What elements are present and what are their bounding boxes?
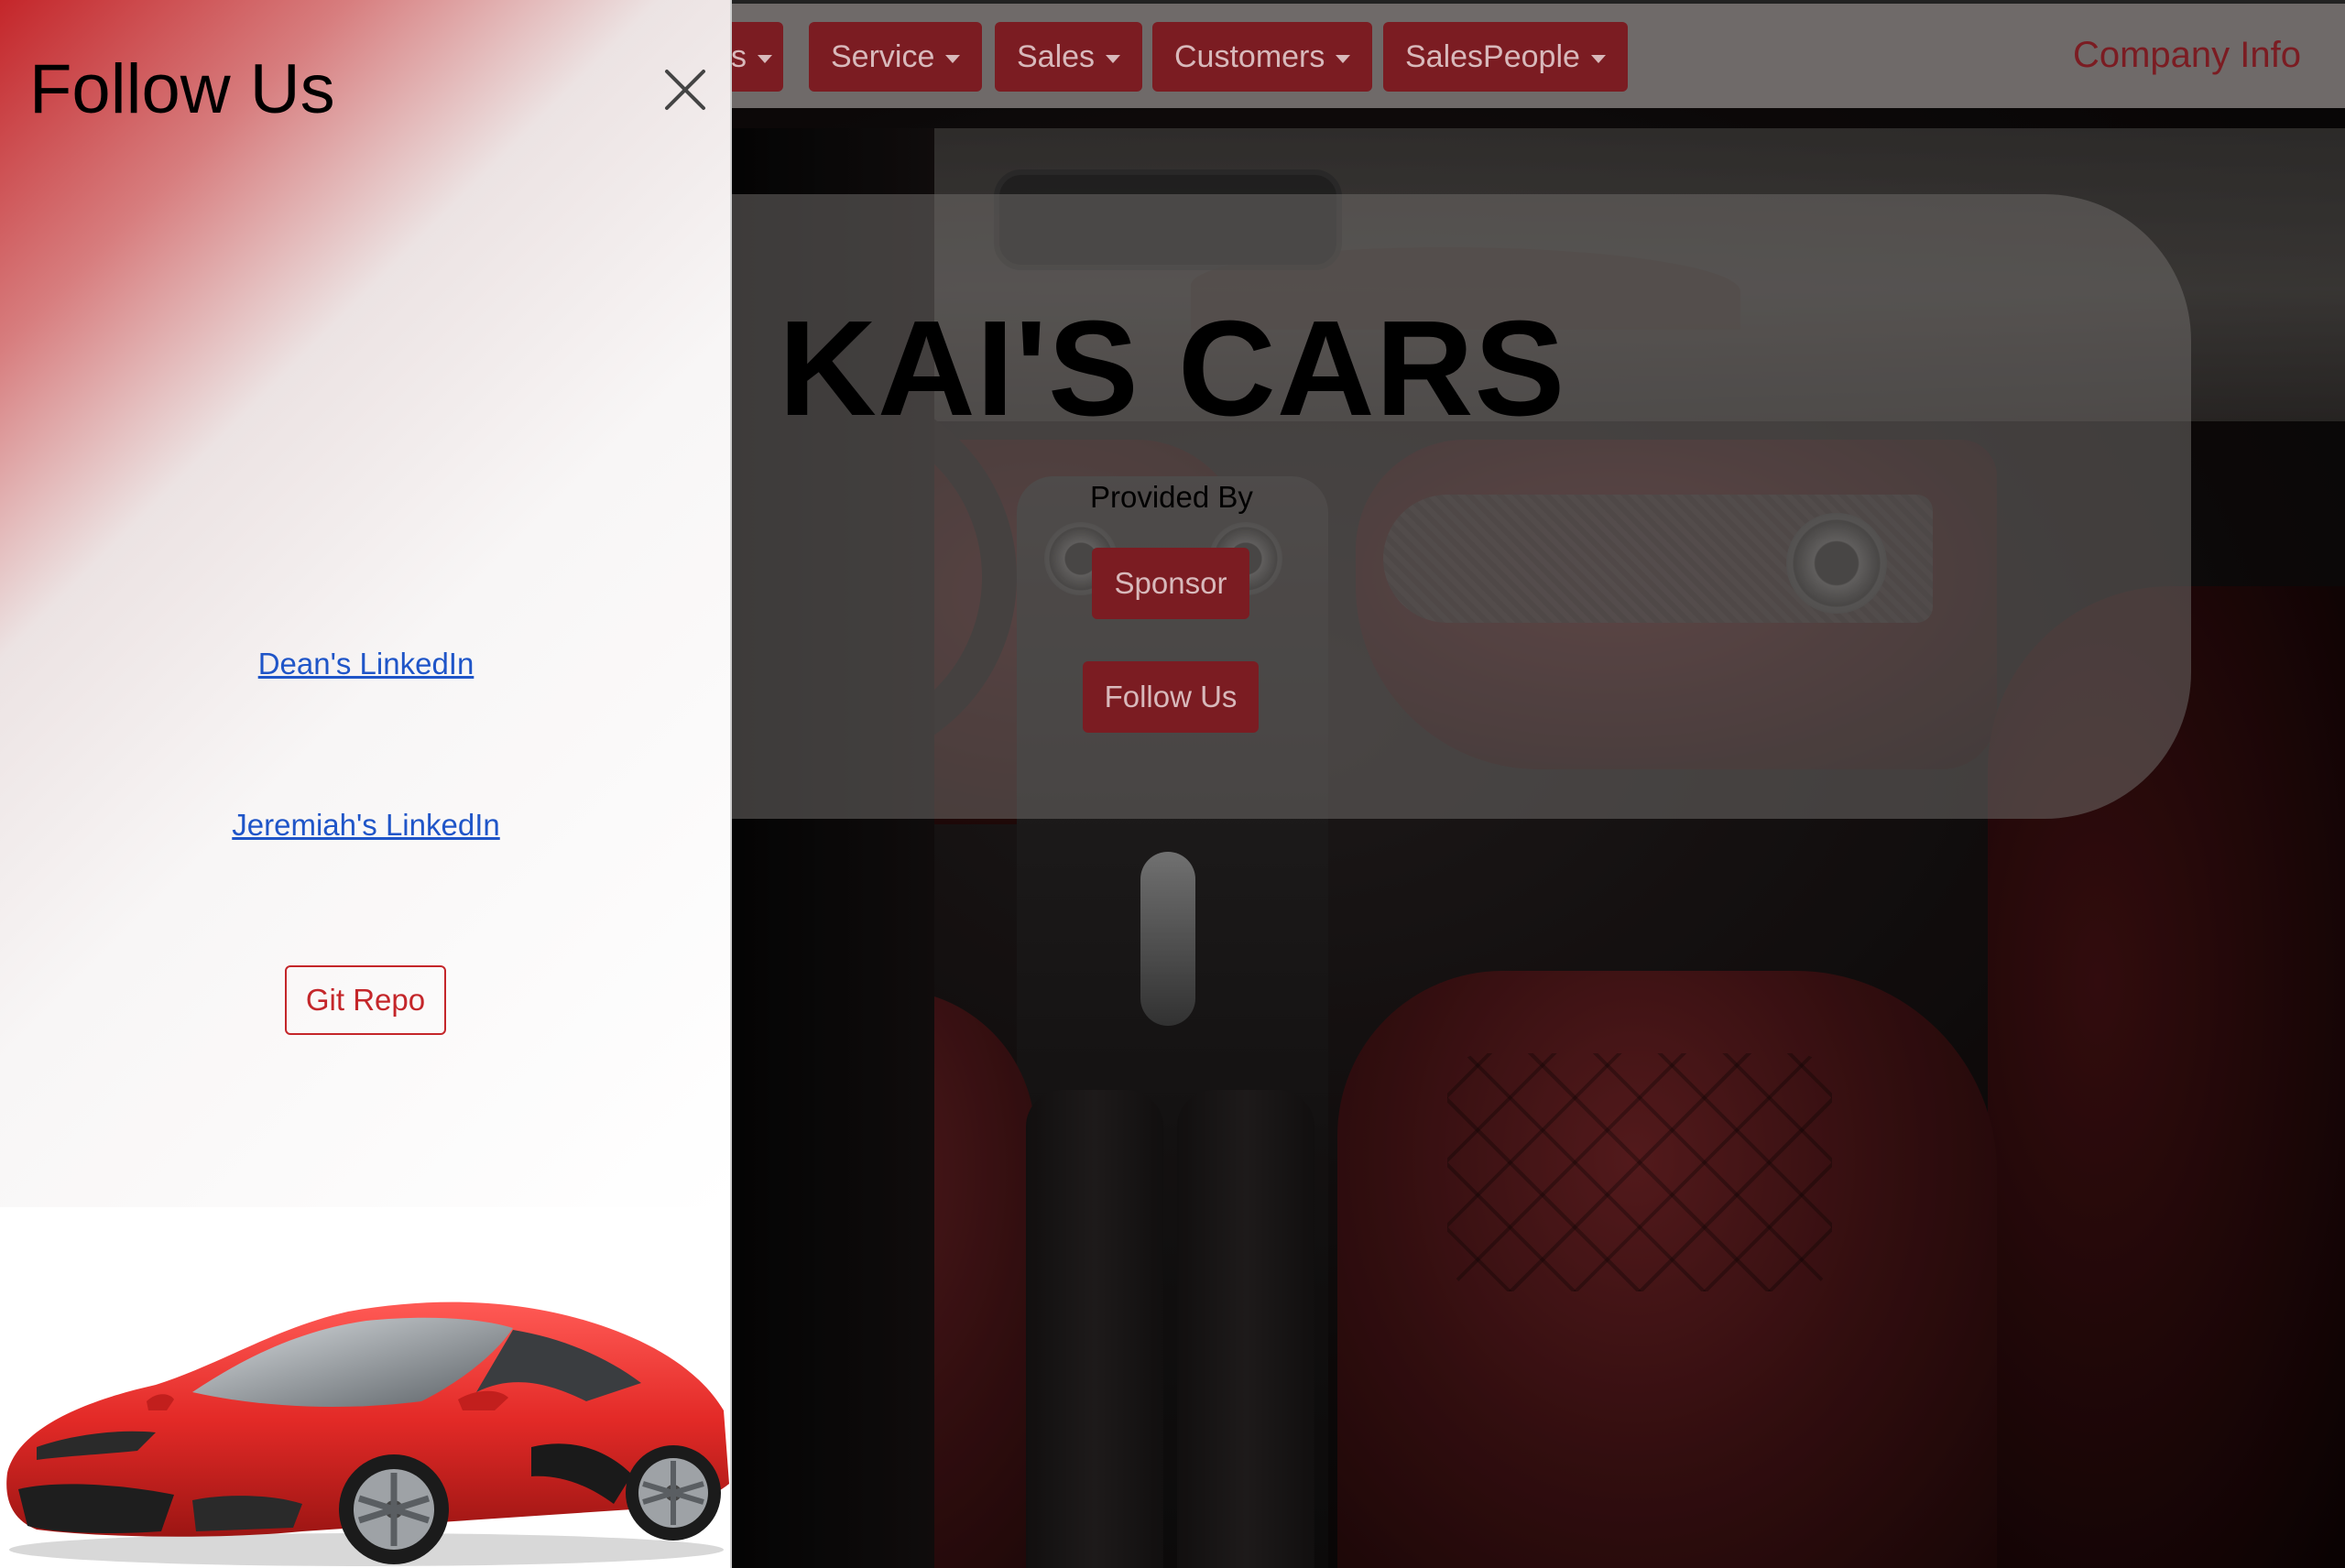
red-sports-car-image [6, 1301, 729, 1566]
provided-by-text: Provided By [1090, 480, 1253, 514]
jeremiahs-linkedin-link[interactable]: Jeremiah's LinkedIn [0, 808, 730, 843]
sponsor-button[interactable]: Sponsor [1092, 548, 1249, 619]
nav-dropdown-service[interactable]: Service [809, 22, 983, 92]
nav-dropdown-label: s [731, 39, 747, 74]
caret-down-icon [1590, 54, 1606, 63]
hero-title: KAI'S CARS [779, 293, 1566, 444]
nav-dropdown-customers[interactable]: Customers [1152, 22, 1373, 92]
caret-down-icon [945, 54, 961, 63]
nav-dropdown-sales[interactable]: Sales [995, 22, 1143, 92]
caret-down-icon [1106, 54, 1121, 63]
caret-down-icon [758, 54, 772, 63]
nav-dropdown-label: Service [831, 39, 935, 74]
hero-card [696, 194, 2191, 819]
nav-dropdown-salespeople[interactable]: SalesPeople [1383, 22, 1628, 92]
caret-down-icon [1336, 54, 1351, 63]
close-icon[interactable] [661, 66, 709, 114]
nav-dropdown-label: Customers [1174, 39, 1325, 74]
git-repo-button[interactable]: Git Repo [285, 965, 446, 1035]
follow-us-button[interactable]: Follow Us [1083, 661, 1259, 733]
deans-linkedin-link[interactable]: Dean's LinkedIn [0, 647, 730, 681]
nav-dropdown-label: SalesPeople [1405, 39, 1580, 74]
company-info-link[interactable]: Company Info [2073, 35, 2301, 76]
offcanvas-title: Follow Us [29, 50, 335, 128]
nav-dropdown-label: Sales [1017, 39, 1096, 74]
follow-us-offcanvas: Follow Us Dean's LinkedIn Jeremiah's Lin… [0, 0, 732, 1568]
